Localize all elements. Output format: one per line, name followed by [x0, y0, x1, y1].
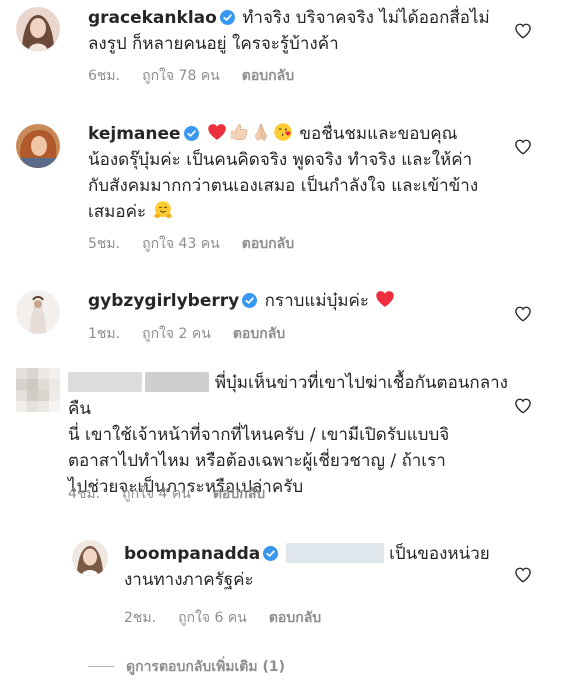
verified-badge-icon	[219, 10, 235, 25]
comment-meta: 1ชม. ถูกใจ 2 คน ตอบกลับ	[88, 323, 307, 345]
verified-badge-icon	[183, 126, 199, 141]
like-count[interactable]: ถูกใจ 2 คน	[142, 326, 211, 342]
hidden-mention	[285, 543, 384, 563]
hugging-face-icon	[153, 201, 172, 218]
comment-meta: 2ชม. ถูกใจ 6 คน ตอบกลับ	[124, 607, 343, 629]
timestamp: 6ชม.	[88, 68, 121, 84]
comment-meta: 6ชม. ถูกใจ 78 คน ตอบกลับ	[88, 65, 316, 87]
face-blowing-kiss-icon	[274, 123, 292, 141]
comment-body: gracekanklao ทำจริง บริจาคจริง ไม่ได้ออก…	[88, 5, 508, 57]
like-heart-icon[interactable]	[514, 566, 532, 584]
comment-body: พี่บุ๋มเห็นข่าวที่เขาไปฆ่าเชื้อกันตอนกลา…	[68, 370, 513, 500]
username[interactable]: kejmanee	[88, 124, 181, 144]
view-more-label: ดูการตอบกลับเพิ่มเติม (1)	[126, 659, 286, 675]
thumbs-up-icon	[230, 124, 248, 140]
comment-body: boompanadda เป็นของหน่วย งานทางภาครัฐค่ะ	[124, 541, 509, 593]
avatar-pixelated[interactable]	[16, 368, 60, 412]
comment-meta: 4ชม. ถูกใจ 4 คน ตอบกลับ	[68, 483, 287, 505]
comment-body: kejmanee ขอชื่นชมและขอบคุณ น้องดรุ๊บุ๋มค…	[88, 121, 518, 225]
username[interactable]: gybzygirlyberry	[88, 291, 239, 311]
comment-text-line: ตอาสาไปทำไหม หรือต้องเฉพาะผู้เชี่ยวชาญ /…	[68, 451, 446, 471]
username[interactable]: gracekanklao	[88, 8, 217, 28]
folded-hands-icon	[254, 123, 268, 141]
verified-badge-icon	[263, 546, 279, 561]
timestamp: 4ชม.	[68, 486, 101, 502]
comment-text-line: นี่ เขาใช้เจ้าหน้าที่จากที่ไหนครับ / เขา…	[68, 425, 450, 445]
like-count[interactable]: ถูกใจ 78 คน	[142, 68, 220, 84]
avatar[interactable]	[16, 7, 60, 51]
avatar[interactable]	[16, 124, 60, 168]
like-count[interactable]: ถูกใจ 4 คน	[122, 486, 191, 502]
avatar[interactable]	[72, 540, 108, 576]
comment-text-line: งานทางภาครัฐค่ะ	[124, 570, 254, 590]
comment-text-line: เป็นของหน่วย	[389, 544, 490, 564]
username[interactable]: boompanadda	[124, 544, 260, 564]
red-heart-icon	[208, 124, 226, 140]
like-heart-icon[interactable]	[514, 397, 532, 415]
like-heart-icon[interactable]	[514, 305, 532, 323]
hidden-username	[68, 372, 142, 392]
hidden-username-suffix	[145, 372, 210, 392]
reply-button[interactable]: ตอบกลับ	[269, 610, 321, 626]
timestamp: 5ชม.	[88, 236, 121, 252]
timestamp: 1ชม.	[88, 326, 121, 342]
reply-button[interactable]: ตอบกลับ	[242, 236, 294, 252]
reply-button[interactable]: ตอบกลับ	[213, 486, 265, 502]
reply-button[interactable]: ตอบกลับ	[242, 68, 294, 84]
like-heart-icon[interactable]	[514, 138, 532, 156]
like-count[interactable]: ถูกใจ 6 คน	[178, 610, 247, 626]
comment-text-line: น้องดรุ๊บุ๋มค่ะ เป็นคนคิดจริง พูดจริง ทำ…	[88, 150, 473, 170]
avatar[interactable]	[16, 290, 60, 334]
comment-text-line: ขอชื่นชมและขอบคุณ	[299, 124, 458, 144]
comment-text-line: เสมอค่ะ	[88, 202, 147, 222]
reply-button[interactable]: ตอบกลับ	[233, 326, 285, 342]
like-heart-icon[interactable]	[514, 22, 532, 40]
comment-text-line: กับสังคมมากกว่าตนเองเสมอ เป็นกำลังใจ และ…	[88, 176, 479, 196]
comment-meta: 5ชม. ถูกใจ 43 คน ตอบกลับ	[88, 233, 316, 255]
verified-badge-icon	[242, 293, 258, 308]
divider-line	[88, 666, 114, 667]
comment-text-line: กราบแม่บุ๋มค่ะ	[264, 291, 370, 311]
comment-body: gybzygirlyberry กราบแม่บุ๋มค่ะ	[88, 288, 508, 314]
red-heart-icon	[376, 291, 395, 307]
comment-text-line: ลงรูป ก็หลายคนอยู่ ใครจะรู้บ้างค้า	[88, 34, 339, 54]
like-count[interactable]: ถูกใจ 43 คน	[142, 236, 220, 252]
comment-text-line: ทำจริง บริจาคจริง ไม่ได้ออกสื่อไม่	[242, 8, 490, 28]
view-more-replies-button[interactable]: ดูการตอบกลับเพิ่มเติม (1)	[88, 656, 285, 678]
timestamp: 2ชม.	[124, 610, 157, 626]
